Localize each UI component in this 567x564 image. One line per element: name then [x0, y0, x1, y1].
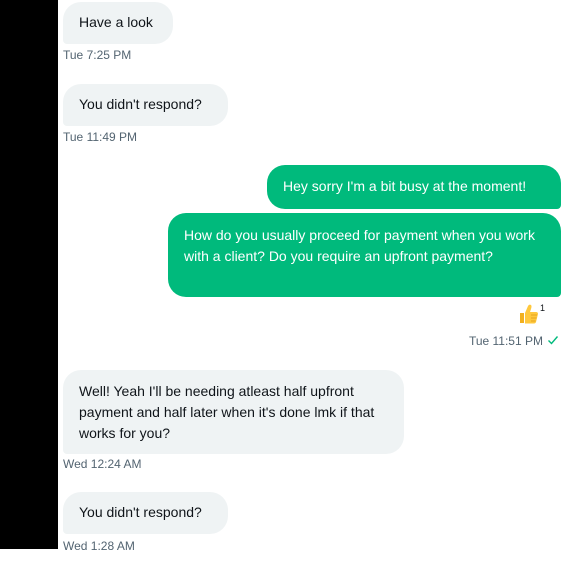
message-thread: Have a look Tue 7:25 PM You didn't respo…	[0, 0, 567, 564]
timestamp-text: Tue 11:51 PM	[468, 334, 543, 348]
message-bubble-outgoing[interactable]: Hey sorry I'm a bit busy at the moment!	[267, 165, 561, 209]
message-timestamp: Tue 11:51 PM	[469, 334, 559, 349]
message-bubble-incoming[interactable]: You didn't respond?	[63, 84, 228, 126]
message-bubble-outgoing[interactable]: How do you usually proceed for payment w…	[168, 213, 561, 297]
message-timestamp: Tue 11:49 PM	[63, 130, 138, 144]
message-reaction[interactable]: 1	[517, 303, 545, 330]
check-icon	[547, 334, 559, 349]
message-timestamp: Wed 12:24 AM	[63, 457, 142, 471]
thumbs-up-icon	[517, 303, 539, 330]
reaction-count: 1	[540, 303, 546, 313]
message-timestamp: Wed 1:28 AM	[63, 539, 135, 553]
message-bubble-incoming[interactable]: Have a look	[63, 2, 173, 44]
message-bubble-incoming[interactable]: Well! Yeah I'll be needing atleast half …	[63, 370, 404, 454]
message-bubble-incoming[interactable]: You didn't respond?	[63, 492, 228, 534]
message-timestamp: Tue 7:25 PM	[63, 48, 132, 62]
